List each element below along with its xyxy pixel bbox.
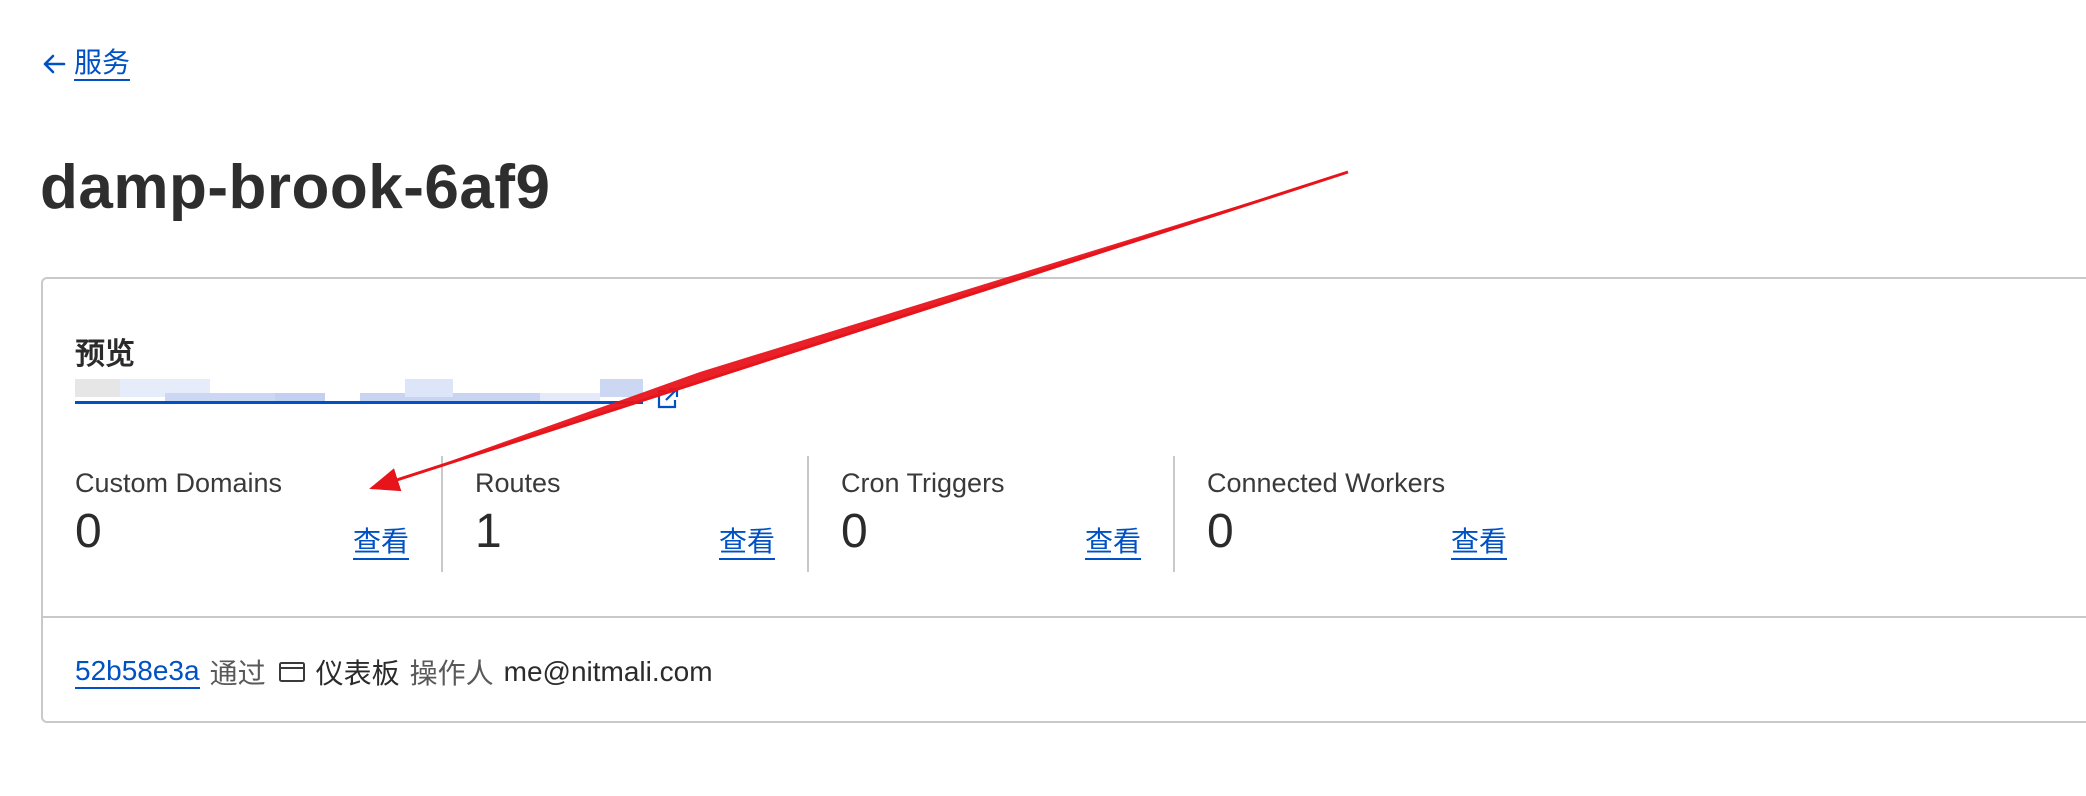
stat-label: Cron Triggers: [841, 468, 1005, 498]
stat-label: Connected Workers: [1207, 468, 1446, 498]
deployment-info: 52b58e3a 通过 仪表板 操作人 me@nitmali.com: [75, 652, 713, 692]
stat-value: 1: [475, 505, 502, 558]
commit-id-link[interactable]: 52b58e3a: [75, 655, 200, 689]
stat-value: 0: [75, 505, 102, 558]
stat-label: Custom Domains: [75, 468, 283, 498]
view-cron-triggers-link[interactable]: 查看: [1084, 526, 1141, 560]
worker-overview-card: 预览 Custom Domains 0 查看 Routes 1 查看 Cron …: [41, 277, 2086, 723]
stat-cron-triggers: Cron Triggers 0 查看: [807, 456, 1173, 572]
external-link-icon[interactable]: [655, 385, 681, 411]
back-to-services-link[interactable]: 服务: [40, 44, 131, 84]
view-connected-workers-link[interactable]: 查看: [1450, 526, 1507, 560]
stat-value: 0: [841, 505, 868, 558]
stat-custom-domains: Custom Domains 0 查看: [75, 456, 441, 572]
preview-heading: 预览: [75, 338, 135, 371]
via-label: 通过: [209, 658, 266, 689]
stat-value: 0: [1207, 505, 1234, 558]
back-link-label: 服务: [74, 47, 131, 81]
view-routes-link[interactable]: 查看: [718, 526, 775, 560]
operator-label: 操作人: [409, 658, 494, 689]
operator-email: me@nitmali.com: [503, 656, 713, 687]
arrow-left-icon: [43, 54, 66, 74]
view-custom-domains-link[interactable]: 查看: [352, 526, 409, 560]
card-divider: [43, 616, 2086, 618]
preview-url-link-redacted[interactable]: [75, 379, 643, 404]
stat-label: Routes: [475, 468, 561, 498]
stats-row: Custom Domains 0 查看 Routes 1 查看 Cron Tri…: [75, 456, 1539, 572]
deployment-source: 仪表板: [315, 658, 400, 689]
dashboard-window-icon: [278, 662, 305, 682]
stat-routes: Routes 1 查看: [441, 456, 807, 572]
stat-connected-workers: Connected Workers 0 查看: [1173, 456, 1539, 572]
page-title: damp-brook-6af9: [40, 153, 551, 222]
